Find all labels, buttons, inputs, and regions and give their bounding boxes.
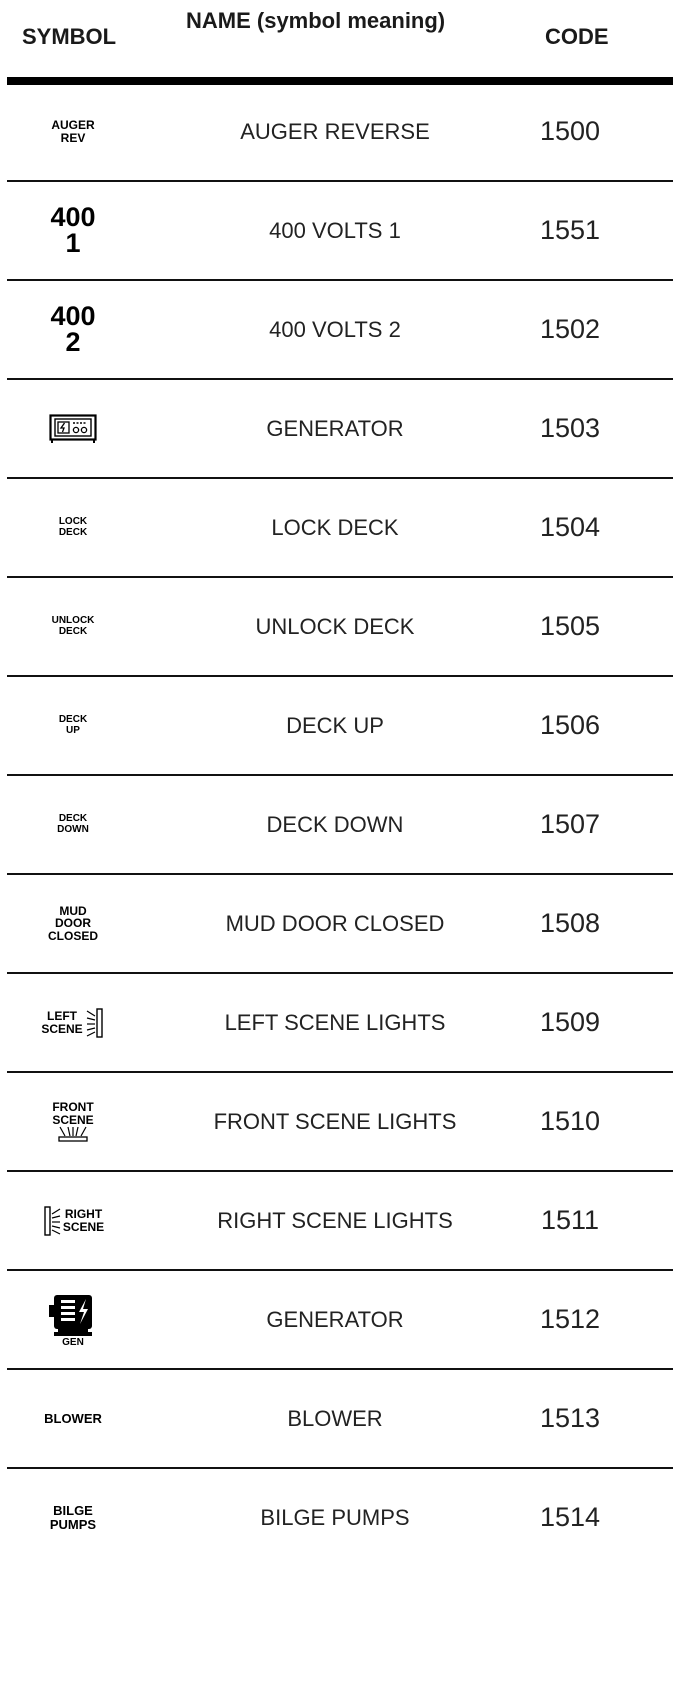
symbol-cell: LEFT SCENE xyxy=(8,974,138,1071)
symbol-cell: DECK DOWN xyxy=(8,776,138,873)
symbol-cell: MUD DOOR CLOSED xyxy=(8,875,138,972)
symbol-cell: BLOWER xyxy=(8,1370,138,1467)
symbol-code: 1504 xyxy=(539,512,601,542)
400-volts-2-symbol: 400 2 xyxy=(50,300,96,357)
table-header: SYMBOL NAME (symbol meaning) CODE xyxy=(0,0,673,78)
symbol-cell: RIGHT SCENE xyxy=(8,1172,138,1269)
right-light-icon xyxy=(44,1205,61,1236)
table-row: BLOWER BLOWER 1513 xyxy=(0,1370,673,1469)
symbol-cell: 400 1 xyxy=(8,182,138,279)
lock-deck-symbol: LOCK DECK xyxy=(58,516,88,538)
symbol-cell: 400 2 xyxy=(8,281,138,378)
symbol-name: BILGE PUMPS xyxy=(260,1504,410,1530)
symbol-name: DECK DOWN xyxy=(266,811,404,837)
front-light-icon xyxy=(58,1126,88,1142)
front-scene-symbol: FRONT SCENE xyxy=(52,1101,94,1142)
symbol-code: 1510 xyxy=(539,1106,601,1136)
table-row: DECK DOWN DECK DOWN 1507 xyxy=(0,776,673,875)
left-scene-symbol: LEFT SCENE xyxy=(41,1006,104,1040)
header-name: NAME (symbol meaning) xyxy=(186,8,446,33)
blower-symbol: BLOWER xyxy=(44,1410,102,1426)
symbol-code: 1502 xyxy=(539,314,601,344)
symbol-name: LEFT SCENE LIGHTS xyxy=(224,1009,446,1035)
symbol-code: 1505 xyxy=(539,611,601,641)
symbol-name: GENERATOR xyxy=(266,1306,404,1332)
symbol-name: AUGER REVERSE xyxy=(240,118,430,144)
symbol-name: 400 VOLTS 1 xyxy=(269,217,401,243)
auger-rev-symbol: AUGER REV xyxy=(51,117,95,145)
symbol-cell: UNLOCK DECK xyxy=(8,578,138,675)
right-scene-symbol: RIGHT SCENE xyxy=(42,1204,104,1238)
unlock-deck-symbol: UNLOCK DECK xyxy=(51,615,95,637)
400-volts-1-symbol: 400 1 xyxy=(50,201,96,258)
symbol-code: 1503 xyxy=(539,413,601,443)
table-row: AUGER REV AUGER REVERSE 1500 xyxy=(0,83,673,182)
symbol-code: 1511 xyxy=(540,1205,600,1235)
table-row: FRONT SCENE FRONT SCENE LIGHTS 1510 xyxy=(0,1073,673,1172)
symbol-name: GENERATOR xyxy=(266,415,404,441)
symbol-name: 400 VOLTS 2 xyxy=(269,316,401,342)
symbol-code: 1514 xyxy=(539,1502,601,1532)
symbol-name: BLOWER xyxy=(287,1405,383,1431)
symbol-cell: AUGER REV xyxy=(8,83,138,180)
table-row: LOCK DECK LOCK DECK 1504 xyxy=(0,479,673,578)
generator-motor-icon xyxy=(49,1294,92,1336)
symbol-name: FRONT SCENE LIGHTS xyxy=(213,1108,457,1134)
table-row: BILGE PUMPS BILGE PUMPS 1514 xyxy=(0,1469,673,1568)
table-row: 400 2 400 VOLTS 2 1502 xyxy=(0,281,673,380)
header-symbol: SYMBOL xyxy=(22,24,117,49)
symbol-cell: BILGE PUMPS xyxy=(8,1469,138,1566)
symbol-code: 1509 xyxy=(539,1007,601,1037)
symbol-code: 1513 xyxy=(539,1403,601,1433)
mud-door-closed-symbol: MUD DOOR CLOSED xyxy=(47,903,98,943)
deck-down-symbol: DECK DOWN xyxy=(57,813,89,835)
deck-up-symbol: DECK UP xyxy=(58,714,88,736)
gen-symbol: GEN xyxy=(48,1291,98,1349)
table-row: DECK UP DECK UP 1506 xyxy=(0,677,673,776)
symbol-code: 1500 xyxy=(539,116,601,146)
generator-panel-icon xyxy=(49,413,97,443)
symbol-cell: FRONT SCENE xyxy=(8,1073,138,1170)
table-row: RIGHT SCENE RIGHT SCENE LIGHTS 1511 xyxy=(0,1172,673,1271)
symbol-cell: GEN xyxy=(8,1271,138,1368)
symbol-name: RIGHT SCENE LIGHTS xyxy=(217,1207,453,1233)
symbol-name: LOCK DECK xyxy=(271,514,399,540)
table-row: MUD DOOR CLOSED MUD DOOR CLOSED 1508 xyxy=(0,875,673,974)
bilge-pumps-symbol: BILGE PUMPS xyxy=(49,1502,97,1532)
symbol-code: 1551 xyxy=(539,215,601,245)
symbol-code: 1512 xyxy=(539,1304,601,1334)
symbol-code: 1506 xyxy=(539,710,601,740)
left-light-icon xyxy=(86,1007,103,1038)
table-row: UNLOCK DECK UNLOCK DECK 1505 xyxy=(0,578,673,677)
symbol-cell: LOCK DECK xyxy=(8,479,138,576)
table-row: 400 1 400 VOLTS 1 1551 xyxy=(0,182,673,281)
symbol-name: UNLOCK DECK xyxy=(255,613,415,639)
symbol-name: MUD DOOR CLOSED xyxy=(225,910,445,936)
header-code: CODE xyxy=(545,24,609,49)
symbol-cell: DECK UP xyxy=(8,677,138,774)
table-row: GENERATOR 1503 xyxy=(0,380,673,479)
symbol-name: DECK UP xyxy=(286,712,384,738)
symbol-code: 1507 xyxy=(539,809,601,839)
symbol-cell xyxy=(8,380,138,477)
table-row: GEN GENERATOR 1512 xyxy=(0,1271,673,1370)
symbol-code: 1508 xyxy=(539,908,601,938)
table-row: LEFT SCENE LEFT SCENE LIGHTS 1509 xyxy=(0,974,673,1073)
